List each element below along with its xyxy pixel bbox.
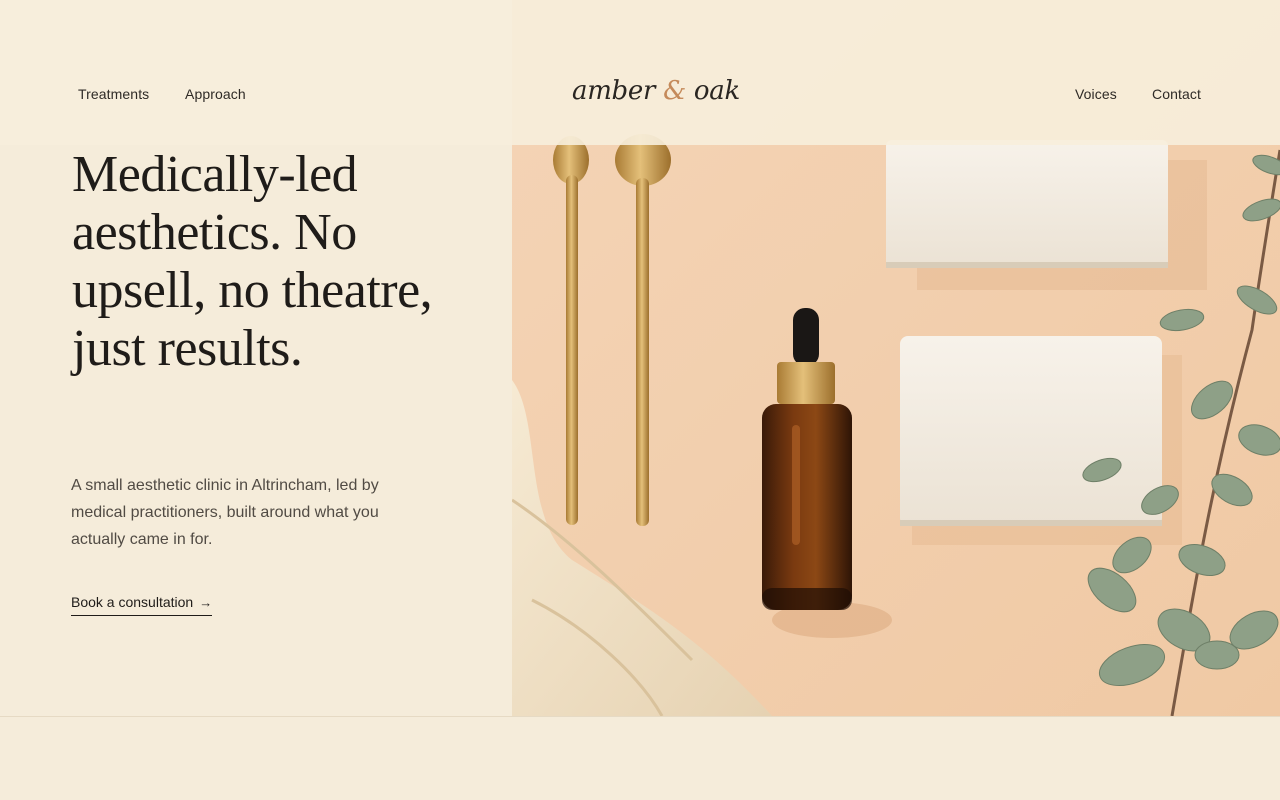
- brand-logo[interactable]: amber & oak: [572, 76, 740, 106]
- brand-logo-word-2: oak: [693, 76, 740, 106]
- nav-link-approach[interactable]: Approach: [185, 86, 246, 102]
- book-consultation-link[interactable]: Book a consultation →: [71, 594, 213, 616]
- brand-logo-ampersand: &: [663, 76, 686, 106]
- page: Treatments Approach amber & oak Voices C…: [0, 0, 1280, 800]
- arrow-right-icon: →: [199, 594, 213, 610]
- nav-link-contact[interactable]: Contact: [1152, 86, 1201, 102]
- site-header: Treatments Approach amber & oak Voices C…: [0, 0, 1280, 145]
- hero-headline: Medically-led aesthetics. No upsell, no …: [72, 146, 433, 377]
- book-consultation-label: Book a consultation: [71, 594, 194, 610]
- next-section: [0, 717, 1280, 800]
- nav-link-voices[interactable]: Voices: [1075, 86, 1117, 102]
- hero-intro-text: A small aesthetic clinic in Altrincham, …: [71, 477, 379, 548]
- brand-logo-word-1: amber: [572, 76, 656, 106]
- nav-link-treatments[interactable]: Treatments: [78, 86, 149, 102]
